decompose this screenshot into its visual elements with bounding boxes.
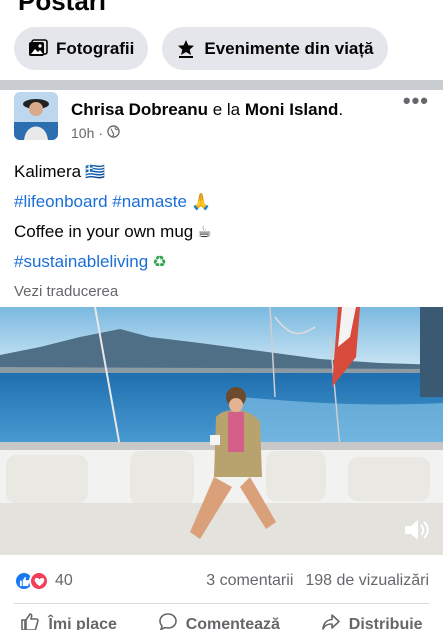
share-icon	[321, 612, 341, 630]
hashtag-text[interactable]: #sustainableliving	[14, 252, 148, 271]
post-actions: Îmi place Comentează Distribuie	[0, 612, 443, 630]
views-count: 198 de vizualizări	[305, 572, 429, 589]
reactions-summary[interactable]: 40	[14, 571, 73, 591]
like-label: Îmi place	[48, 615, 117, 630]
meta-separator: ·	[98, 125, 104, 141]
post-video[interactable]	[0, 307, 443, 555]
comment-button[interactable]: Comentează	[158, 612, 280, 630]
post-line-text: Coffee in your own mug	[14, 222, 194, 241]
post-meta: 10h ·	[71, 125, 120, 141]
place-name[interactable]: Moni Island	[245, 100, 339, 119]
author-connector: e la	[207, 100, 245, 119]
life-events-chip[interactable]: Evenimente din viață	[162, 27, 388, 70]
thumbs-up-icon	[20, 612, 40, 630]
greek-flag-icon: 🇬🇷	[85, 162, 106, 181]
comment-icon	[158, 612, 178, 630]
engagement-stats: 3 comentarii 198 de vizualizări	[206, 572, 429, 590]
author-suffix: .	[338, 100, 344, 119]
share-label: Distribuie	[348, 615, 423, 630]
post-stats: 40 3 comentarii 198 de vizualizări	[14, 566, 429, 596]
photos-chip-label: Fotografii	[56, 38, 135, 58]
see-translation-link[interactable]: Vezi traducerea	[14, 277, 429, 307]
like-button[interactable]: Îmi place	[20, 612, 117, 630]
comment-label: Comentează	[185, 615, 280, 630]
volume-icon[interactable]	[401, 515, 431, 545]
post-author-line: Chrisa Dobreanu e la Moni Island.	[71, 100, 343, 120]
author-name[interactable]: Chrisa Dobreanu	[71, 100, 208, 119]
comments-count[interactable]: 3 comentarii	[206, 572, 293, 590]
post-header: Chrisa Dobreanu e la Moni Island. 10h · …	[0, 90, 443, 148]
reactions-count: 40	[55, 572, 73, 589]
post-line-text: Kalimera	[14, 162, 82, 181]
post-line-coffee: Coffee in your own mug ☕	[14, 217, 429, 247]
post-line-greeting: Kalimera 🇬🇷	[14, 157, 429, 187]
post-body: Kalimera 🇬🇷 #lifeonboard #namaste 🙏 Coffee…	[14, 157, 429, 307]
section-title: Postări	[18, 0, 107, 16]
avatar[interactable]	[14, 92, 58, 140]
filter-chips: Fotografii Evenimente din viață	[14, 27, 388, 70]
coffee-icon: ☕	[197, 222, 212, 241]
post-time[interactable]: 10h	[71, 125, 94, 141]
actions-divider	[14, 603, 429, 604]
love-reaction-icon	[29, 571, 49, 591]
post-line-hashtag-sustainable[interactable]: #sustainableliving ♻	[14, 247, 429, 277]
recycle-icon: ♻	[152, 252, 167, 271]
folded-hands-icon: 🙏	[190, 192, 211, 211]
photos-chip[interactable]: Fotografii	[14, 27, 149, 70]
life-event-icon	[176, 39, 196, 59]
share-button[interactable]: Distribuie	[321, 612, 423, 630]
hashtag-text[interactable]: #lifeonboard #namaste	[14, 192, 187, 211]
life-events-chip-label: Evenimente din viață	[204, 38, 374, 58]
photos-icon	[28, 38, 48, 59]
section-divider	[0, 80, 443, 90]
more-options-icon[interactable]: •••	[403, 90, 429, 112]
post-line-hashtags[interactable]: #lifeonboard #namaste 🙏	[14, 187, 429, 217]
globe-icon	[107, 125, 120, 141]
